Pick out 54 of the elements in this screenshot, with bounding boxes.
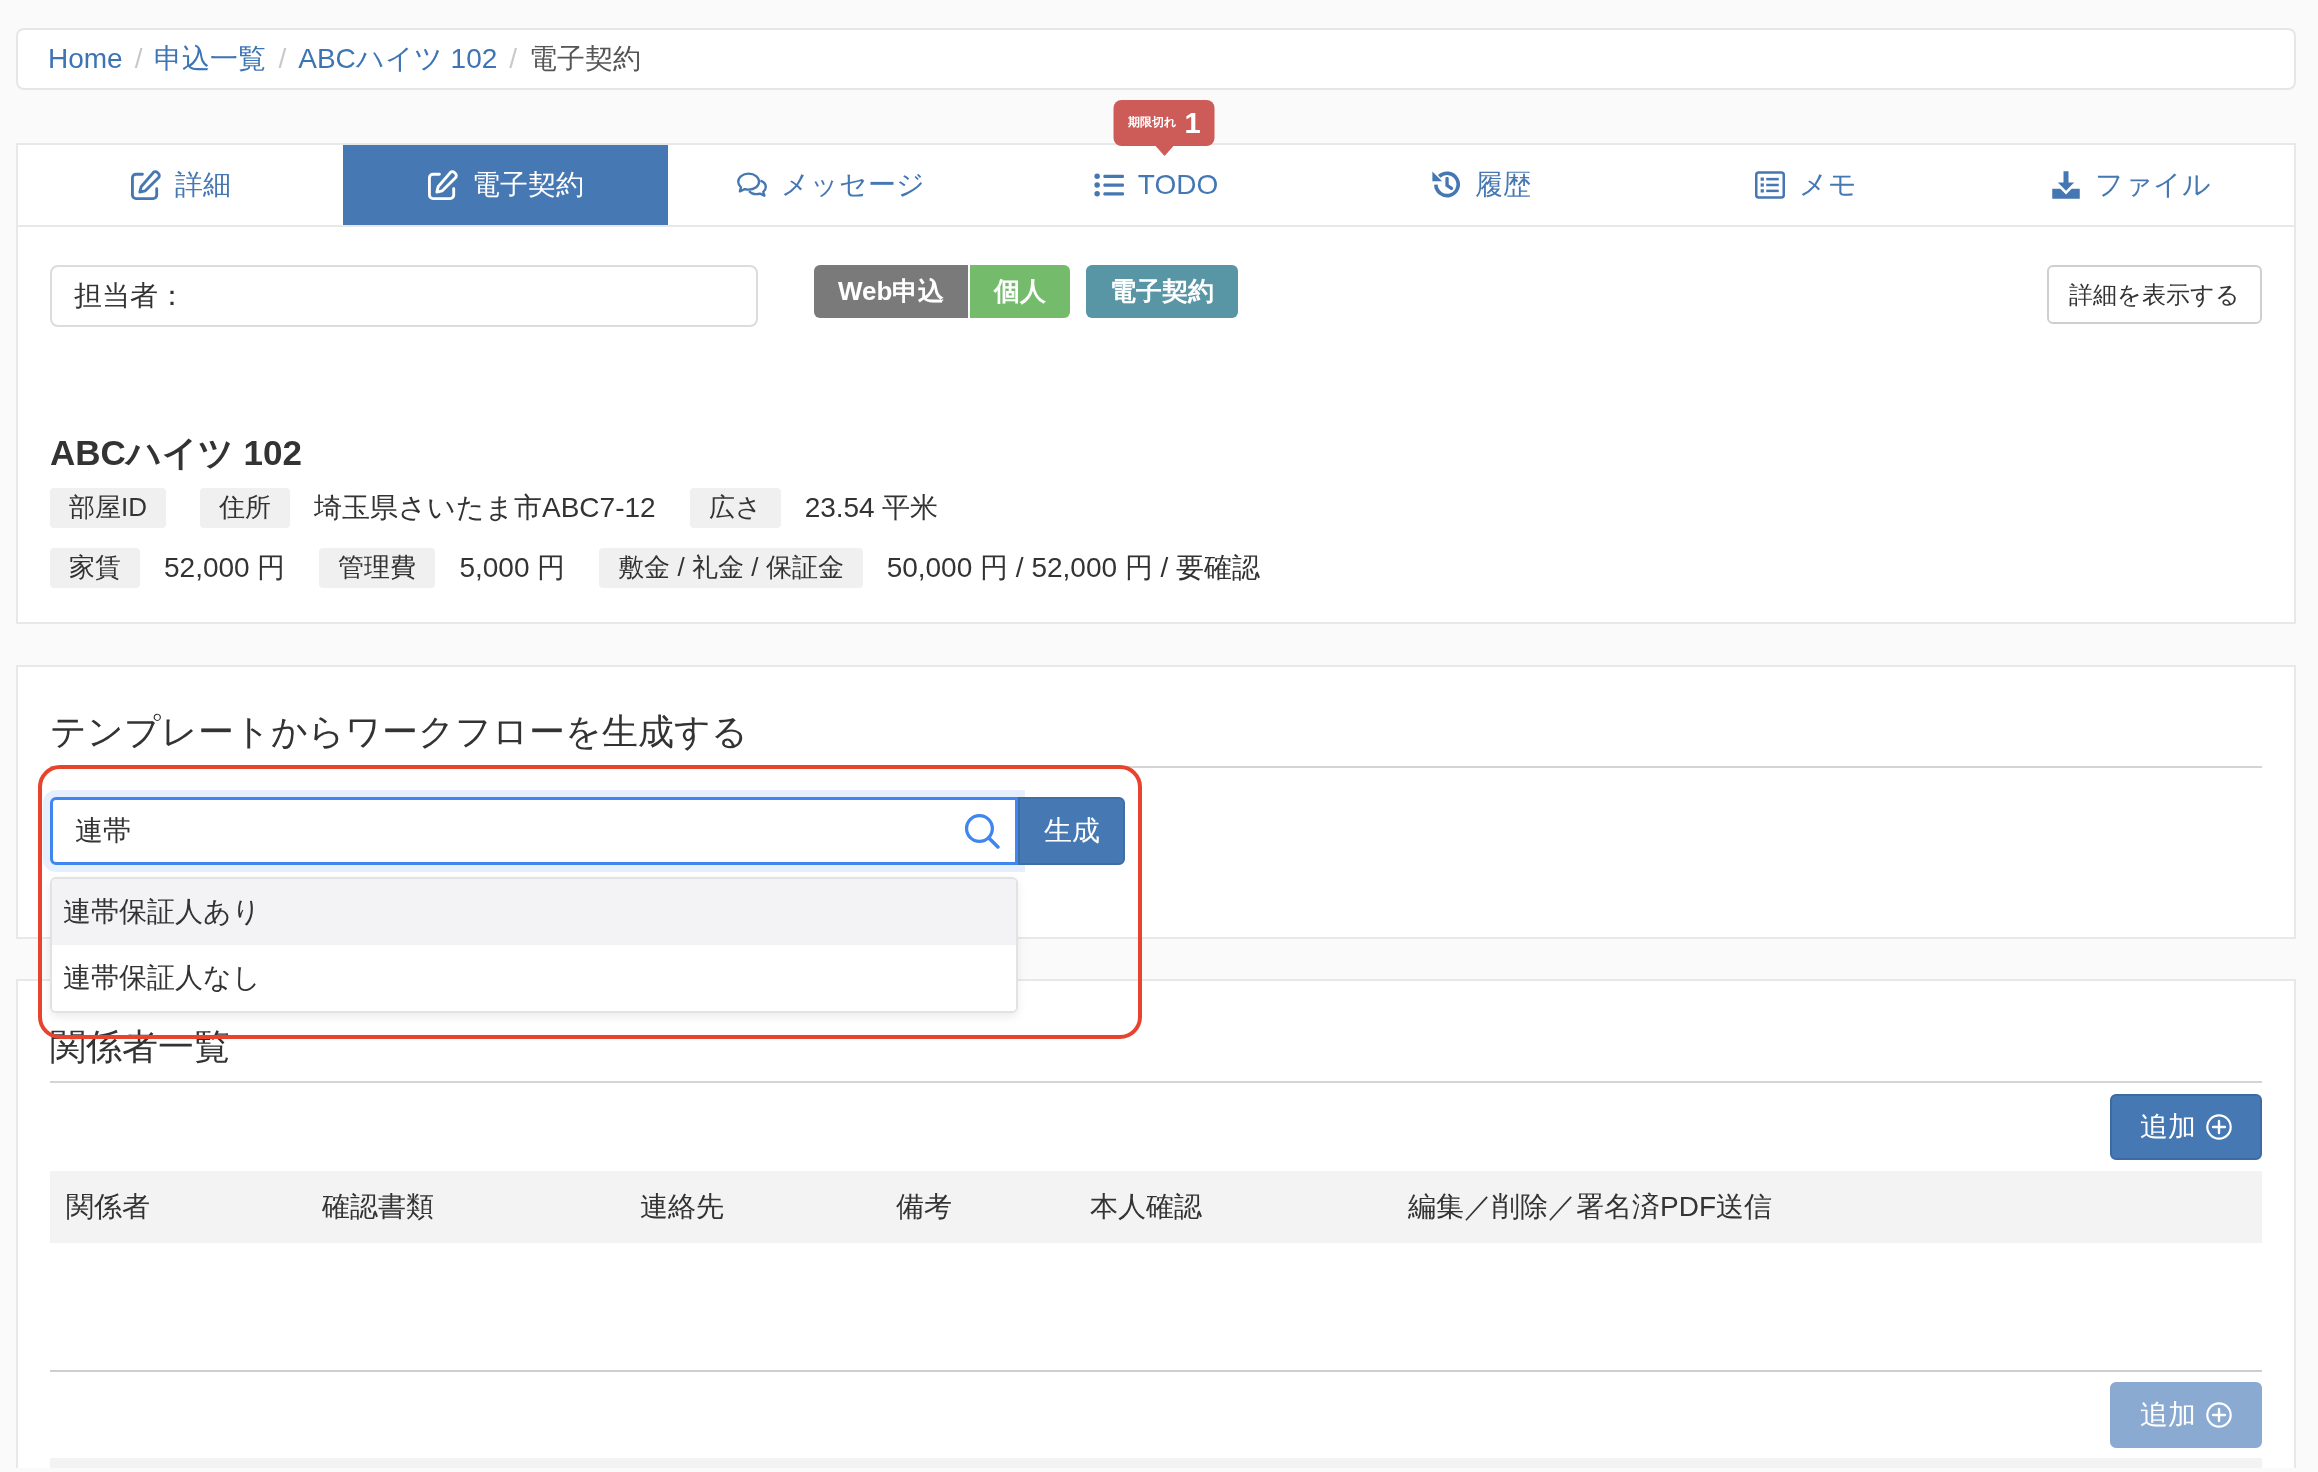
field-label: 部屋ID [50,488,166,528]
search-icon [964,813,1000,849]
breadcrumb-separator: / [509,41,518,76]
column-header: 連絡先 [639,1189,725,1224]
breadcrumb-link[interactable]: Home [48,40,123,78]
pencil-square-icon [130,170,161,200]
tab[interactable]: メッセージ [668,145,994,225]
breadcrumb-link[interactable]: 申込一覧 [154,40,267,78]
generate-button[interactable]: 生成 [1018,797,1125,865]
pencil-square-icon [427,170,458,200]
section-title: テンプレートからワークフローを生成する [50,710,749,754]
column-header: 本人確認 [1089,1189,1203,1224]
tag: Web申込 [814,265,969,318]
add-button[interactable]: 追加 [2110,1094,2262,1160]
assignee-field[interactable]: 担当者： [50,265,758,327]
download-icon [2051,170,2082,200]
field-label: 家賃 [50,548,140,588]
field-value: 23.54 平米 [804,490,939,525]
field-value: 50,000 円 / 52,000 円 / 要確認 [886,550,1261,585]
tag: 電子契約 [1086,265,1239,318]
column-header: 編集／削除／署名済PDF送信 [1407,1189,1773,1224]
field-value: 埼玉県さいたま市ABC7-12 [314,490,656,525]
badge-count: 1 [1184,108,1201,138]
tab[interactable]: 履歴 [1318,145,1644,225]
plus-circle-icon [2206,1114,2232,1140]
field-value: 52,000 円 [164,550,286,585]
suggestion-item[interactable]: 連帯保証人なし [52,945,1016,1011]
breadcrumb-link[interactable]: ABCハイツ 102 [298,40,498,78]
column-header: 確認書類 [321,1189,435,1224]
tab[interactable]: ファイル [1968,145,2294,225]
history-icon [1431,170,1462,200]
field-value: 5,000 円 [459,550,566,585]
property-title: ABCハイツ 102 [50,432,303,474]
column-header: 関係者 [65,1189,151,1224]
field-label: 広さ [689,488,781,528]
column-header: 備考 [895,1189,953,1224]
suggestion-item[interactable]: 連帯保証人あり [52,879,1016,945]
plus-circle-icon [2206,1402,2232,1428]
breadcrumb-separator: / [134,41,143,76]
tab[interactable]: 電子契約 [343,145,669,225]
field-label: 住所 [200,488,290,528]
tab[interactable]: TODO [993,145,1319,225]
tab[interactable]: 詳細 [18,145,344,225]
breadcrumb-current: 電子契約 [529,41,642,76]
list-box-icon [1755,170,1786,200]
show-details-button[interactable]: 詳細を表示する [2047,265,2262,324]
field-label: 管理費 [319,548,436,588]
field-label: 敷金 / 礼金 / 保証金 [599,548,863,588]
chat-bubbles-icon [736,170,767,200]
search-field[interactable]: 連帯 [50,797,1018,865]
tag: 個人 [970,265,1071,318]
badge-label: 期限切れ [1127,115,1176,131]
breadcrumb-separator: / [278,41,287,76]
tab[interactable]: メモ [1643,145,1969,225]
